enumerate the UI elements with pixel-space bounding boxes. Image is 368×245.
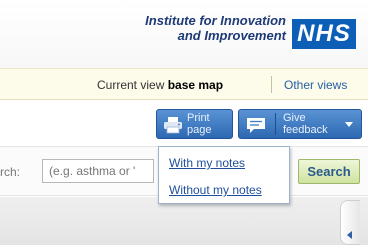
search-input[interactable] [42, 159, 154, 183]
print-page-button[interactable]: Print page [156, 109, 233, 139]
view-bar: Current view base map Other views [0, 68, 368, 100]
print-label-line2: page [187, 124, 212, 136]
map-area [0, 197, 368, 245]
feedback-label-line1: Give [283, 112, 306, 124]
site-header: Institute for Innovation and Improvement… [0, 0, 368, 68]
print-label-line1: Print [187, 112, 210, 124]
view-separator [271, 76, 272, 93]
institute-title: Institute for Innovation and Improvement [145, 13, 286, 43]
current-view-value: base map [167, 78, 224, 92]
panel-toggle-handle[interactable] [340, 200, 360, 245]
institute-line-2: and Improvement [177, 28, 286, 43]
chevron-left-icon [347, 231, 352, 239]
feedback-label-line2: feedback [283, 124, 328, 136]
printer-icon [163, 116, 183, 139]
search-label: rch: [0, 165, 21, 179]
chevron-down-icon [345, 122, 353, 127]
other-views-link[interactable]: Other views [284, 78, 347, 92]
institute-line-1: Institute for Innovation [145, 13, 286, 28]
current-view-prefix: Current view [97, 78, 165, 92]
print-options-menu: With my notes Without my notes [158, 146, 290, 204]
feedback-divider [275, 113, 276, 135]
menu-item-with-my-notes[interactable]: With my notes [169, 156, 245, 170]
print-page-label: Print page [187, 112, 211, 136]
speech-bubble-icon [245, 116, 267, 141]
current-view: Current view base map [97, 78, 223, 92]
give-feedback-button[interactable]: Give feedback [238, 109, 362, 139]
menu-item-without-my-notes[interactable]: Without my notes [169, 183, 262, 197]
give-feedback-label: Give feedback [283, 112, 328, 136]
nhs-logo: NHS [292, 19, 356, 49]
page: Institute for Innovation and Improvement… [0, 0, 368, 245]
toolbar: Print page Give feedback [0, 101, 368, 146]
search-button[interactable]: Search [298, 159, 360, 184]
